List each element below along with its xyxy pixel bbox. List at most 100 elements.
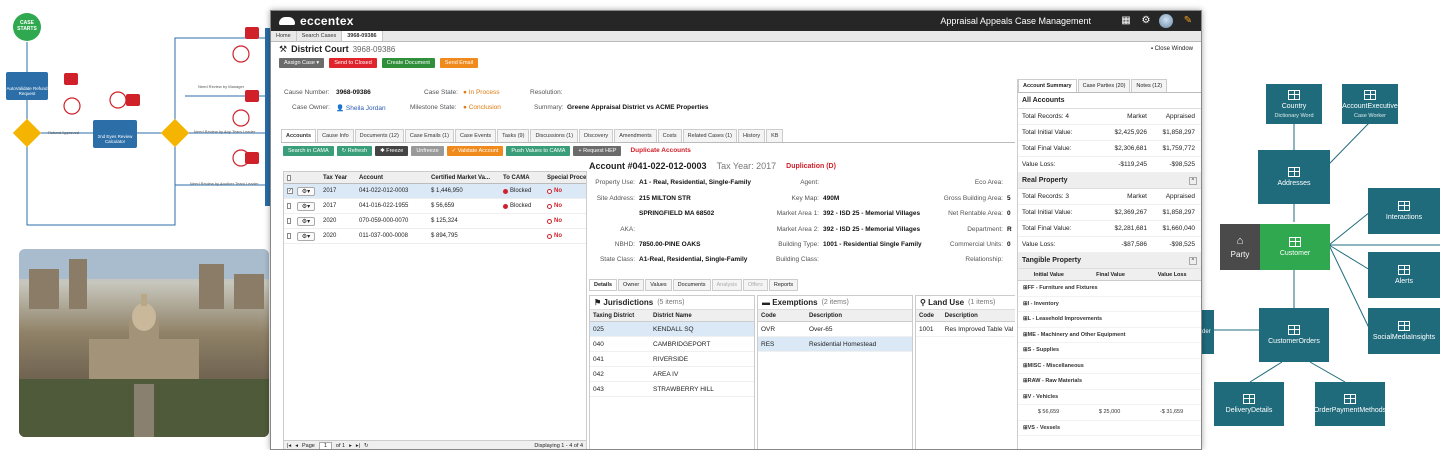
tab-documents-12[interactable]: Documents (12) — [354, 129, 404, 142]
col-account[interactable]: Account — [356, 172, 428, 183]
tab-amendments[interactable]: Amendments — [614, 129, 657, 142]
list-item[interactable]: 025 KENDALL SQ — [590, 322, 754, 337]
col-final-value[interactable]: Final Value — [1080, 269, 1142, 280]
tab-values[interactable]: Values — [645, 279, 672, 291]
request-hep-button[interactable]: + Request HEP — [573, 145, 622, 156]
tangible-group-row[interactable]: ⊞ FF - Furniture and Fixtures — [1018, 281, 1201, 297]
grid-menu-icon[interactable]: ▦ — [1121, 16, 1131, 26]
last-page-icon[interactable]: ▸| — [356, 443, 360, 449]
col-taxing-district[interactable]: Taxing District — [590, 310, 650, 321]
freeze-button[interactable]: ✱ Freeze — [375, 145, 409, 156]
search-cama-label: Search in CAMA — [288, 147, 329, 154]
tangible-group-row[interactable]: ⊞ I - Inventory — [1018, 297, 1201, 312]
tangible-group-row[interactable]: ⊞ VS - Vessels — [1018, 421, 1201, 436]
validate-account-button[interactable]: ✓ Validate Account — [446, 145, 504, 156]
tab-notes[interactable]: Notes (12) — [1131, 79, 1168, 92]
tangible-group-row[interactable]: ⊞ V - Vehicles — [1018, 390, 1201, 405]
next-page-icon[interactable]: ▸ — [349, 443, 352, 449]
list-item[interactable]: OVR Over-65 — [758, 322, 912, 337]
col-district-name[interactable]: District Name — [650, 310, 750, 321]
tab-analysis[interactable]: Analysis — [711, 279, 742, 291]
tab-kb[interactable]: KB — [766, 129, 784, 142]
tab-discussions-1[interactable]: Discussions (1) — [530, 129, 579, 142]
page-input[interactable]: 1 — [318, 441, 332, 449]
gear-menu-icon[interactable]: ⚙▾ — [297, 216, 315, 226]
col-to-cama[interactable]: To CAMA — [500, 172, 544, 183]
list-item[interactable]: 040 CAMBRIDGEPORT — [590, 337, 754, 352]
gear-menu-icon[interactable]: ⚙▾ — [297, 201, 315, 211]
breadcrumb-search-cases[interactable]: Search Cases — [297, 31, 343, 41]
col-special[interactable]: Special Proce... — [544, 172, 586, 183]
col-description[interactable]: Description — [806, 310, 906, 321]
list-item[interactable]: 1001 Res Improved Table Val — [916, 322, 1015, 337]
brand-logo[interactable]: eccentex — [279, 14, 354, 28]
col-code[interactable]: Code — [758, 310, 806, 321]
checkbox[interactable] — [287, 233, 291, 239]
table-row[interactable]: ✓ ⚙▾ 2017 041-022-012-0003 $ 1,446,950 Blocke… — [284, 184, 586, 199]
prev-page-icon[interactable]: ◂ — [295, 443, 298, 449]
tab-discovery[interactable]: Discovery — [579, 129, 614, 142]
list-item[interactable]: RES Residential Homestead — [758, 337, 912, 352]
close-window-button[interactable]: ▪ Close Window — [1151, 46, 1193, 52]
tab-account-summary[interactable]: Account Summary — [1018, 79, 1077, 92]
folder-icon: ▬ — [762, 298, 773, 307]
collapse-icon[interactable]: ⌃ — [1188, 256, 1197, 265]
case-owner-value[interactable]: 👤 Sheila Jordan — [336, 104, 386, 112]
send-to-closed-button[interactable]: Send to Closed — [329, 58, 377, 68]
tangible-group-row[interactable]: ⊞ ME - Machinery and Other Equipment — [1018, 328, 1201, 343]
tab-accounts[interactable]: Accounts — [281, 129, 317, 142]
tab-details[interactable]: Details — [589, 279, 618, 291]
breadcrumb-case[interactable]: 3968-09386 — [342, 31, 383, 41]
tab-case-emails-1[interactable]: Case Emails (1) — [404, 129, 454, 142]
collapse-icon[interactable]: ⌃ — [1188, 176, 1197, 185]
refresh-button[interactable]: ↻ Refresh — [336, 145, 373, 156]
table-row[interactable]: ⚙▾ 2020 011-037-000-0008 $ 894,795 No — [284, 229, 586, 244]
col-tax-year[interactable]: Tax Year — [320, 172, 356, 183]
first-page-icon[interactable]: |◂ — [287, 443, 291, 449]
refresh-grid-icon[interactable]: ↻ — [364, 443, 369, 449]
tab-documents[interactable]: Documents — [672, 279, 711, 291]
tab-related-cases-1[interactable]: Related Cases (1) — [682, 129, 737, 142]
tangible-group-row[interactable]: ⊞ L - Leasehold Improvements — [1018, 312, 1201, 328]
col-code[interactable]: Code — [916, 310, 942, 321]
table-row[interactable]: ⚙▾ 2017 041-016-022-1955 $ 56,659 Blocked No — [284, 199, 586, 214]
col-initial-value[interactable]: Initial Value — [1018, 269, 1080, 280]
breadcrumb-home[interactable]: Home — [271, 31, 297, 41]
push-values-button[interactable]: Push Values to CAMA — [506, 145, 571, 156]
header-check[interactable] — [284, 172, 294, 183]
assign-case-button[interactable]: Assign Case ▾ — [279, 58, 325, 68]
search-cama-button[interactable]: Search in CAMA — [283, 145, 334, 156]
checkbox[interactable] — [287, 174, 291, 181]
tab-offers[interactable]: Offers — [742, 279, 768, 291]
tab-case-parties[interactable]: Case Parties (20) — [1077, 79, 1131, 92]
tab-tasks-9[interactable]: Tasks (9) — [497, 129, 530, 142]
tab-owner[interactable]: Owner — [618, 279, 645, 291]
checkbox[interactable] — [287, 218, 291, 224]
col-description[interactable]: Description — [942, 310, 1015, 321]
tax-year: Tax Year: 2017 — [716, 161, 777, 171]
gear-menu-icon[interactable]: ⚙▾ — [297, 231, 315, 241]
tab-costs[interactable]: Costs — [657, 129, 682, 142]
checkbox[interactable]: ✓ — [287, 188, 293, 194]
create-document-button[interactable]: Create Document — [381, 58, 435, 68]
send-email-button[interactable]: Send Email — [439, 58, 479, 68]
list-item[interactable]: 042 AREA IV — [590, 367, 754, 382]
tangible-group-row[interactable]: ⊞ MISC - Miscellaneous — [1018, 359, 1201, 374]
col-market-value[interactable]: Certified Market Va... — [428, 172, 500, 183]
tab-reports[interactable]: Reports — [768, 279, 799, 291]
list-item[interactable]: 041 RIVERSIDE — [590, 352, 754, 367]
tab-history[interactable]: History — [737, 129, 766, 142]
wrench-icon[interactable]: ✎ — [1183, 16, 1193, 26]
tab-case-events[interactable]: Case Events — [454, 129, 497, 142]
avatar[interactable] — [1159, 14, 1173, 28]
tab-cause-info[interactable]: Cause Info — [317, 129, 354, 142]
unfreeze-button[interactable]: Unfreeze — [411, 145, 444, 156]
list-item[interactable]: 043 STRAWBERRY HILL — [590, 382, 754, 397]
gear-menu-icon[interactable]: ⚙▾ — [297, 186, 315, 196]
checkbox[interactable] — [287, 203, 291, 209]
col-value-loss[interactable]: Value Loss — [1141, 269, 1201, 280]
tangible-group-row[interactable]: ⊞ S - Supplies — [1018, 343, 1201, 359]
gear-icon[interactable]: ⚙ — [1141, 16, 1151, 26]
tangible-group-row[interactable]: ⊞ RAW - Raw Materials — [1018, 374, 1201, 390]
table-row[interactable]: ⚙▾ 2020 070-059-000-0070 $ 125,324 No — [284, 214, 586, 229]
